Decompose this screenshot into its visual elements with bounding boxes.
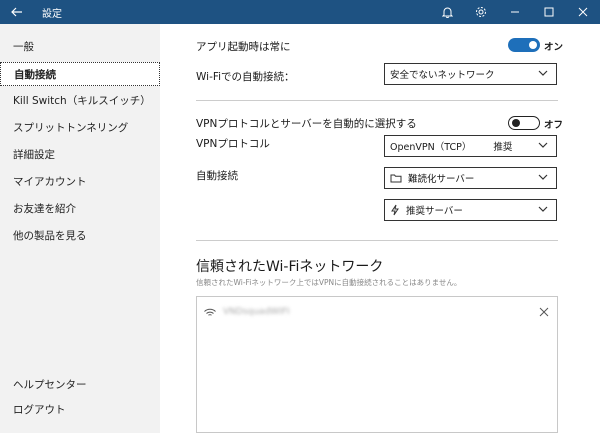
close-icon — [578, 7, 588, 17]
vpn-protocol-label: VPNプロトコル — [196, 138, 270, 150]
sidebar-item-help-center[interactable]: ヘルプセンター — [0, 372, 160, 396]
wifi-icon — [204, 308, 216, 316]
chevron-down-icon — [538, 142, 548, 148]
launch-toggle[interactable] — [508, 38, 540, 52]
auto-connect-server-select[interactable]: 難読化サーバー — [384, 167, 557, 189]
sidebar-item-kill-switch[interactable]: Kill Switch（キルスイッチ） — [0, 88, 160, 112]
sidebar-item-refer-friend[interactable]: お友達を紹介 — [0, 196, 160, 220]
back-arrow-icon — [11, 7, 22, 17]
launch-label: アプリ起動時は常に — [196, 41, 291, 53]
trusted-networks-title: 信頼されたWi-Fiネットワーク — [196, 259, 384, 275]
sidebar-item-advanced[interactable]: 詳細設定 — [0, 142, 160, 166]
maximize-icon — [544, 7, 554, 17]
sidebar-item-other-products[interactable]: 他の製品を見る — [0, 223, 160, 247]
toggle-knob — [529, 41, 537, 49]
sidebar-item-general[interactable]: 一般 — [0, 34, 160, 58]
list-item: VNDsquadWIFI — [197, 301, 557, 323]
remove-network-button[interactable] — [539, 307, 549, 317]
lightning-icon — [391, 204, 399, 216]
sidebar-item-logout[interactable]: ログアウト — [0, 397, 160, 421]
minimize-icon — [511, 11, 519, 13]
network-name: VNDsquadWIFI — [223, 307, 290, 317]
title-bar: 設定 — [0, 0, 600, 24]
settings-button[interactable] — [464, 0, 498, 24]
back-button[interactable] — [0, 0, 34, 24]
auto-connect-label: 自動接続 — [196, 170, 238, 182]
trusted-networks-subtitle: 信頼されたWi-Fiネットワーク上ではVPNに自動接続されることはありません。 — [196, 278, 462, 287]
section-divider — [196, 100, 558, 101]
sidebar-item-my-account[interactable]: マイアカウント — [0, 169, 160, 193]
chevron-down-icon — [538, 206, 548, 212]
auto-connect-server-value: 難読化サーバー — [408, 174, 475, 185]
trusted-networks-list: VNDsquadWIFI — [196, 296, 558, 433]
recommended-badge: 推奨 — [493, 142, 513, 153]
vpn-auto-select-label: VPNプロトコルとサーバーを自動的に選択する — [196, 118, 417, 130]
launch-state-text: オン — [544, 42, 564, 53]
vpn-auto-select-state-text: オフ — [544, 120, 564, 131]
minimize-button[interactable] — [498, 0, 532, 24]
vpn-protocol-select[interactable]: OpenVPN（TCP） 推奨 — [384, 135, 557, 157]
wifi-auto-select[interactable]: 安全でないネットワーク — [384, 63, 557, 85]
vpn-protocol-value: OpenVPN（TCP） — [390, 142, 472, 153]
wifi-auto-value: 安全でないネットワーク — [390, 70, 495, 81]
wifi-auto-label: Wi-Fiでの自動接続： — [196, 71, 295, 83]
notifications-button[interactable] — [430, 0, 464, 24]
auto-connect-recommended-select[interactable]: 推奨サーバー — [384, 199, 557, 221]
sidebar-item-auto-connect[interactable]: 自動接続 — [0, 62, 160, 86]
maximize-button[interactable] — [532, 0, 566, 24]
toggle-knob — [512, 118, 520, 127]
main-content: アプリ起動時は常に オン Wi-Fiでの自動接続： 安全でないネットワーク VP… — [160, 24, 600, 433]
window-title: 設定 — [42, 8, 62, 20]
bell-icon — [441, 7, 453, 18]
sidebar-item-split-tunneling[interactable]: スプリットトンネリング — [0, 115, 160, 139]
chevron-down-icon — [538, 70, 548, 76]
section-divider — [196, 240, 558, 241]
gear-icon — [476, 7, 486, 17]
vpn-auto-select-toggle[interactable] — [508, 116, 540, 130]
sidebar: 一般 自動接続 Kill Switch（キルスイッチ） スプリットトンネリング … — [0, 24, 160, 433]
auto-connect-recommended-value: 推奨サーバー — [406, 206, 463, 217]
folder-icon — [390, 174, 402, 183]
chevron-down-icon — [538, 174, 548, 180]
close-button[interactable] — [566, 0, 600, 24]
